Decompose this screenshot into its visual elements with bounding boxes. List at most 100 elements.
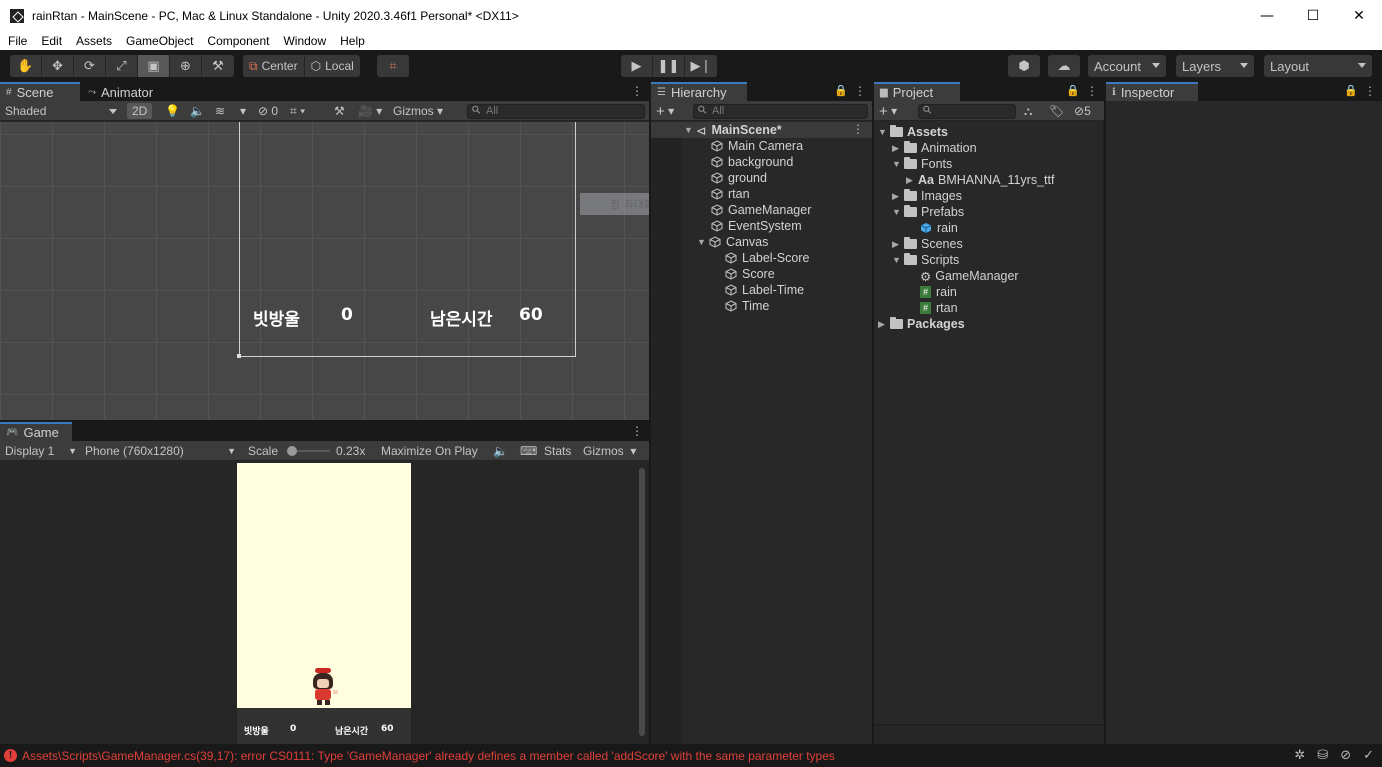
project-item[interactable]: ▼ Prefabs [892, 204, 964, 220]
scale-slider-thumb[interactable] [287, 446, 297, 456]
scale-slider[interactable] [285, 443, 330, 459]
maximize-on-play-toggle[interactable]: Maximize On Play [381, 443, 478, 459]
inspector-lock-icon[interactable]: 🔒 [1344, 84, 1358, 97]
tools-icon[interactable]: ⚒ [334, 103, 345, 119]
grid-snap-icon[interactable]: ⌗ [377, 55, 409, 77]
minimize-button[interactable]: — [1244, 0, 1290, 31]
project-item[interactable]: ▶ Aa BMHANNA_11yrs_ttf [906, 172, 1054, 188]
shading-dropdown[interactable]: Shaded [5, 103, 121, 119]
expand-arrow-icon[interactable]: ▼ [684, 125, 696, 135]
scene-view[interactable]: 빗방울 0 남은시간 60 창 최대화(W) [0, 122, 649, 420]
tab-animator[interactable]: ⤳ Animator [82, 82, 162, 101]
game-scrollbar[interactable] [639, 468, 645, 736]
project-lock-icon[interactable]: 🔒 [1066, 84, 1080, 97]
expand-arrow-icon[interactable]: ▼ [892, 207, 904, 217]
hierarchy-item[interactable]: Score [725, 266, 775, 282]
scene-menu-icon[interactable]: ⋮ [631, 84, 643, 98]
auto-generate-lighting-icon[interactable]: ⊘ [1340, 748, 1351, 763]
collab-icon[interactable]: ⬢ [1008, 55, 1040, 77]
hierarchy-menu-icon[interactable]: ⋮ [854, 84, 866, 98]
hand-tool-icon[interactable]: ✋ [10, 55, 42, 77]
hierarchy-item[interactable]: Label-Time [725, 282, 804, 298]
progress-check-icon[interactable]: ✓ [1363, 748, 1374, 763]
project-item[interactable]: ▶ Scenes [892, 236, 963, 252]
transform-tool-icon[interactable]: ⊕ [170, 55, 202, 77]
layout-dropdown[interactable]: Layout [1264, 55, 1372, 77]
project-menu-icon[interactable]: ⋮ [1086, 84, 1098, 98]
grid-toggle-icon[interactable]: ⌗ ▾ [290, 103, 305, 119]
lighting-icon[interactable]: 💡 [165, 103, 180, 119]
project-item[interactable]: ▶ Images [892, 188, 962, 204]
rotate-tool-icon[interactable]: ⟳ [74, 55, 106, 77]
expand-arrow-icon[interactable]: ▼ [878, 127, 890, 137]
hierarchy-item[interactable]: EventSystem [711, 218, 802, 234]
scene-time-value[interactable]: 60 [519, 305, 543, 325]
tab-game[interactable]: 🎮 Game [0, 422, 72, 441]
stats-button[interactable]: Stats [544, 443, 571, 459]
maximize-button[interactable]: ☐ [1290, 0, 1336, 31]
pause-icon[interactable]: ❚❚ [653, 55, 685, 77]
collapse-arrow-icon[interactable]: ▶ [892, 239, 904, 250]
menu-help[interactable]: Help [332, 34, 371, 48]
game-view[interactable]: 빗방울 0 남은시간 60 [0, 462, 649, 744]
scene-score-value[interactable]: 0 [341, 305, 353, 325]
rect-tool-icon[interactable]: ▣ [138, 55, 170, 77]
close-button[interactable]: ✕ [1336, 0, 1382, 31]
menu-gameobject[interactable]: GameObject [118, 34, 199, 48]
move-tool-icon[interactable]: ✥ [42, 55, 74, 77]
tab-hierarchy[interactable]: ☰ Hierarchy [651, 82, 747, 101]
hierarchy-scene-row[interactable]: ▼ ⊲ MainScene* [684, 122, 782, 138]
scene-search-input[interactable]: All [467, 104, 645, 119]
visibility-toggle[interactable]: ⊘ 0 [258, 103, 278, 119]
account-dropdown[interactable]: Account [1088, 55, 1166, 77]
audio-icon[interactable]: 🔈 [190, 103, 205, 119]
camera-icon[interactable]: 🎥 ▾ [358, 103, 382, 119]
tab-scene[interactable]: # Scene [0, 82, 80, 101]
tab-project[interactable]: ▆ Project [874, 82, 960, 101]
expand-arrow-icon[interactable]: ▼ [697, 237, 709, 247]
menu-assets[interactable]: Assets [68, 34, 118, 48]
effects-caret-icon[interactable]: ▾ [240, 103, 246, 119]
project-item[interactable]: rain [920, 220, 958, 236]
filter-label-icon[interactable]: 🏷 [1049, 103, 1064, 119]
inspector-menu-icon[interactable]: ⋮ [1364, 84, 1376, 98]
hierarchy-item[interactable]: GameManager [711, 202, 811, 218]
hierarchy-item[interactable]: ▼ Canvas [697, 234, 768, 250]
display-dropdown[interactable]: Display 1 ▼ [5, 443, 81, 459]
menu-edit[interactable]: Edit [33, 34, 68, 48]
collapse-arrow-icon[interactable]: ▶ [892, 191, 904, 202]
project-item[interactable]: ▶ Animation [892, 140, 977, 156]
play-icon[interactable]: ▶ [621, 55, 653, 77]
project-item[interactable]: ▶ Packages [878, 316, 965, 332]
project-item[interactable]: ▼ Assets [878, 124, 948, 140]
expand-arrow-icon[interactable]: ▼ [892, 159, 904, 169]
project-search-input[interactable] [918, 104, 1016, 119]
menu-component[interactable]: Component [199, 34, 275, 48]
scene-row-menu-icon[interactable]: ⋮ [852, 122, 864, 136]
mute-audio-icon[interactable]: 🔈 [493, 443, 508, 459]
tab-inspector[interactable]: ℹ Inspector [1106, 82, 1198, 101]
keyboard-icon[interactable]: ⌨ [520, 443, 537, 459]
collapse-arrow-icon[interactable]: ▶ [892, 143, 904, 154]
project-item[interactable]: # rtan [920, 300, 958, 316]
hierarchy-search-input[interactable]: All [693, 104, 868, 119]
resolution-dropdown[interactable]: Phone (760x1280) ▼ [85, 443, 240, 459]
hierarchy-lock-icon[interactable]: 🔒 [834, 84, 848, 97]
hierarchy-item[interactable]: Time [725, 298, 769, 314]
project-item[interactable]: ▼ Fonts [892, 156, 952, 172]
hierarchy-item[interactable]: ground [711, 170, 767, 186]
bug-icon[interactable]: ✲ [1294, 748, 1305, 763]
menu-window[interactable]: Window [275, 34, 332, 48]
cache-server-icon[interactable]: ⛁ [1317, 748, 1328, 763]
project-item[interactable]: # rain [920, 284, 957, 300]
custom-tool-icon[interactable]: ⚒ [202, 55, 234, 77]
pivot-local-button[interactable]: ⬡ Local [305, 55, 360, 77]
scene-gizmos-dropdown[interactable]: Gizmos ▾ [393, 103, 443, 119]
effects-icon[interactable]: ≋ [215, 103, 225, 119]
project-item[interactable]: ⚙ GameManager [920, 268, 1019, 284]
filter-type-icon[interactable]: ⛬ [1024, 103, 1032, 119]
mode-2d-button[interactable]: 2D [127, 103, 153, 119]
layers-dropdown[interactable]: Layers [1176, 55, 1254, 77]
scale-tool-icon[interactable]: ⤢ [106, 55, 138, 77]
console-error-message[interactable]: ! Assets\Scripts\GameManager.cs(39,17): … [4, 749, 835, 763]
